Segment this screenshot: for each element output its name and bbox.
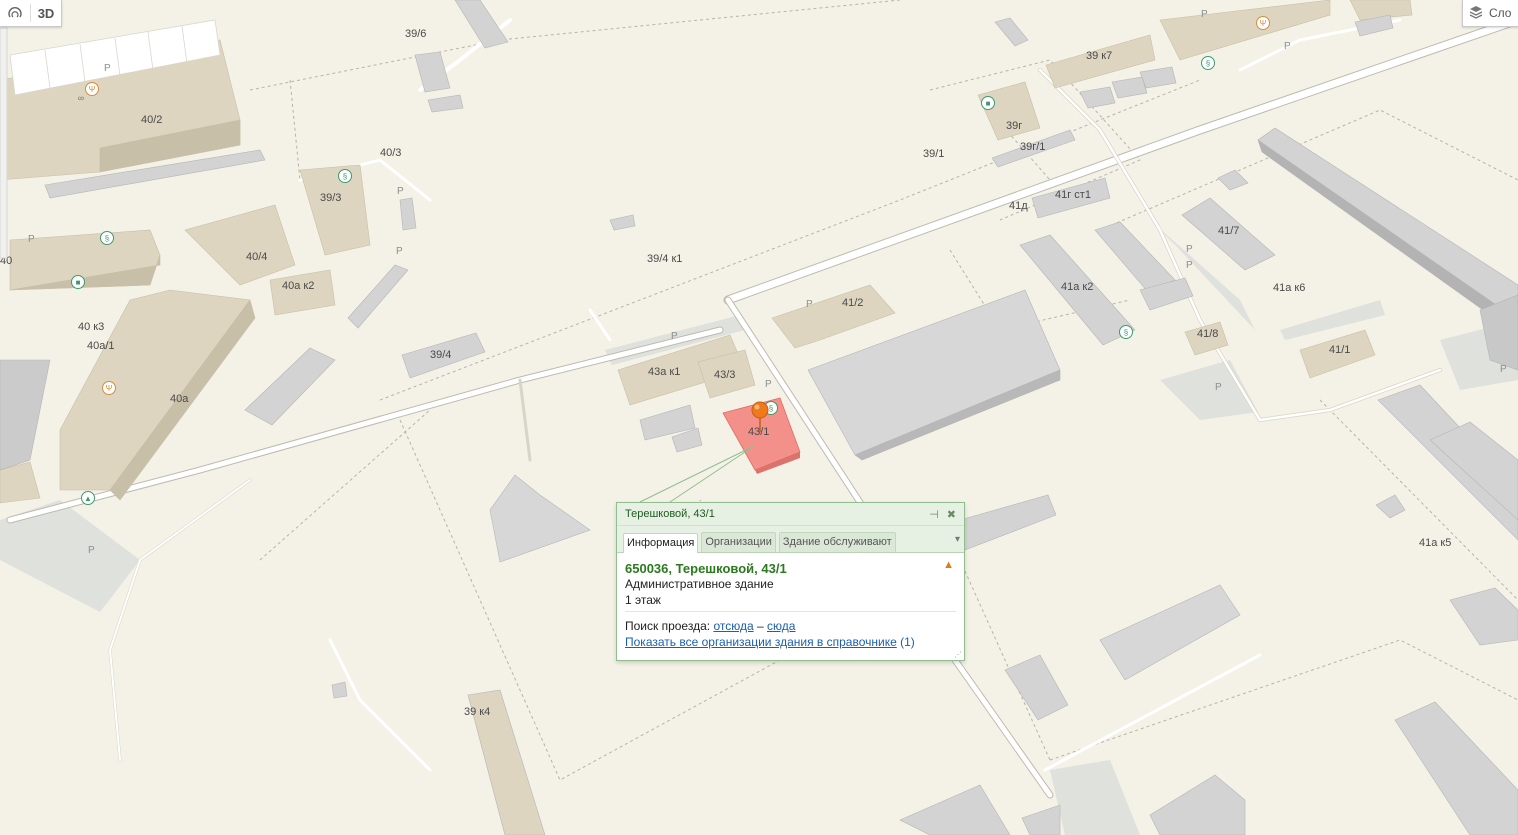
svg-text:Ψ: Ψ [106, 384, 113, 393]
svg-text:■: ■ [986, 99, 991, 108]
orgs-count: (1) [900, 635, 915, 649]
parking-label: P [1186, 260, 1193, 271]
layers-label: Сло [1489, 6, 1512, 20]
parking-label: P [104, 63, 111, 74]
building-label: 41а к5 [1419, 537, 1451, 549]
building-label: 43/3 [714, 369, 735, 381]
tab-organizations[interactable]: Организации [701, 532, 776, 552]
building-label: 40/4 [246, 251, 267, 263]
address: 650036, Терешковой, 43/1 [625, 561, 787, 576]
map-canvas[interactable]: Ψ Ψ Ψ § § § § § ■ ■ ▲ ∞ P P P P P P P P … [0, 0, 1518, 835]
building-label: 41а к2 [1061, 281, 1093, 293]
svg-text:Ψ: Ψ [1260, 19, 1267, 28]
building-type: Административное здание [625, 577, 774, 591]
parking-label: P [396, 246, 403, 257]
layers-button[interactable]: Сло [1462, 0, 1518, 27]
service-icon: § [1119, 325, 1133, 339]
pin-icon[interactable]: ⊣ [929, 508, 939, 521]
parking-label: P [28, 234, 35, 245]
building-label: 43/1 [748, 426, 769, 438]
shop-icon: ■ [981, 96, 995, 110]
building-label: 41/2 [842, 297, 863, 309]
svg-text:∞: ∞ [78, 93, 84, 103]
ruler-button[interactable] [0, 0, 30, 26]
info-popup: Терешковой, 43/1 ⊣ ✖ Информация Организа… [616, 502, 965, 661]
building-label: 39г/1 [1020, 141, 1045, 153]
bike-icon: ∞ [78, 93, 84, 103]
popup-header: Терешковой, 43/1 ⊣ ✖ [617, 503, 964, 526]
svg-text:§: § [343, 172, 347, 181]
ruler-icon [8, 7, 22, 18]
building-label: 40а/1 [87, 340, 115, 352]
service-icon: § [338, 169, 352, 183]
route-from-link[interactable]: отсюда [713, 619, 753, 633]
tab-information[interactable]: Информация [623, 533, 699, 553]
svg-text:§: § [105, 234, 109, 243]
parking-label: P [765, 379, 772, 390]
building-label: 39/4 [430, 349, 451, 361]
popup-title: Терешковой, 43/1 [625, 508, 715, 520]
resize-handle-icon[interactable]: ⋰ [954, 650, 962, 659]
cafe-icon: Ψ [102, 381, 116, 395]
parking-label: P [1186, 244, 1193, 255]
shop-icon: ■ [71, 275, 85, 289]
building-label: 40а [170, 393, 189, 405]
svg-text:§: § [1206, 59, 1210, 68]
chevron-down-icon[interactable]: ▾ [955, 534, 960, 545]
svg-text:▲: ▲ [84, 494, 92, 503]
parking-label: P [88, 545, 95, 556]
cafe-icon: Ψ [1256, 16, 1270, 30]
tab-building-service[interactable]: Здание обслуживают [778, 532, 896, 552]
svg-text:§: § [1124, 328, 1128, 337]
svg-text:Ψ: Ψ [89, 85, 96, 94]
building-label: 41/7 [1218, 225, 1239, 237]
parking-label: P [1500, 364, 1507, 375]
parking-label: P [1201, 9, 1208, 20]
close-icon[interactable]: ✖ [947, 508, 956, 521]
service-icon: § [100, 231, 114, 245]
svg-text:§: § [769, 404, 773, 413]
bus-stop-icon: ▲ [81, 491, 95, 505]
service-icon: § [1201, 56, 1215, 70]
route-label: Поиск проезда: [625, 619, 711, 633]
floors: 1 этаж [625, 593, 661, 607]
show-orgs-row: Показать все организации здания в справо… [625, 634, 956, 650]
building-label: 43а к1 [648, 366, 680, 378]
show-orgs-link[interactable]: Показать все организации здания в справо… [625, 635, 897, 649]
map-mode-controls: 3D [0, 0, 62, 27]
building-label: 41а к6 [1273, 282, 1305, 294]
route-to-link[interactable]: сюда [767, 619, 795, 633]
building-label: 41г ст1 [1055, 189, 1091, 201]
svg-text:■: ■ [76, 278, 81, 287]
layers-icon [1469, 5, 1483, 22]
building-label: 39/6 [405, 28, 426, 40]
route-search: Поиск проезда: отсюда – сюда [625, 618, 956, 634]
building-label: 40/3 [380, 147, 401, 159]
building-label: 41д [1009, 200, 1028, 212]
zoom-slider[interactable] [0, 27, 8, 259]
parking-label: P [806, 299, 813, 310]
building-label: 39г [1006, 120, 1022, 132]
building-label: 41/8 [1197, 328, 1218, 340]
cafe-icon: Ψ [85, 82, 99, 96]
parking-label: P [671, 331, 678, 342]
divider [625, 611, 956, 612]
popup-tabs: Информация Организации Здание обслуживаю… [617, 526, 964, 553]
parking-label: P [397, 186, 404, 197]
building-label: 39/3 [320, 192, 341, 204]
building-label: 39/1 [923, 148, 944, 160]
route-dash: – [756, 619, 764, 633]
building-label: 40 к3 [78, 321, 104, 333]
building-label: 41/1 [1329, 344, 1350, 356]
building-label: 40а к2 [282, 280, 314, 292]
popup-body: 650036, Терешковой, 43/1 Административно… [617, 553, 964, 650]
building-label: 39/4 к1 [647, 253, 682, 265]
parking-label: P [1284, 41, 1291, 52]
building-label: 39 к7 [1086, 50, 1112, 62]
building-label: 40/2 [141, 114, 162, 126]
building-label: 39 к4 [464, 706, 490, 718]
warning-icon[interactable]: ▲ [943, 559, 954, 571]
parking-label: P [1215, 382, 1222, 393]
3d-button[interactable]: 3D [31, 0, 61, 26]
